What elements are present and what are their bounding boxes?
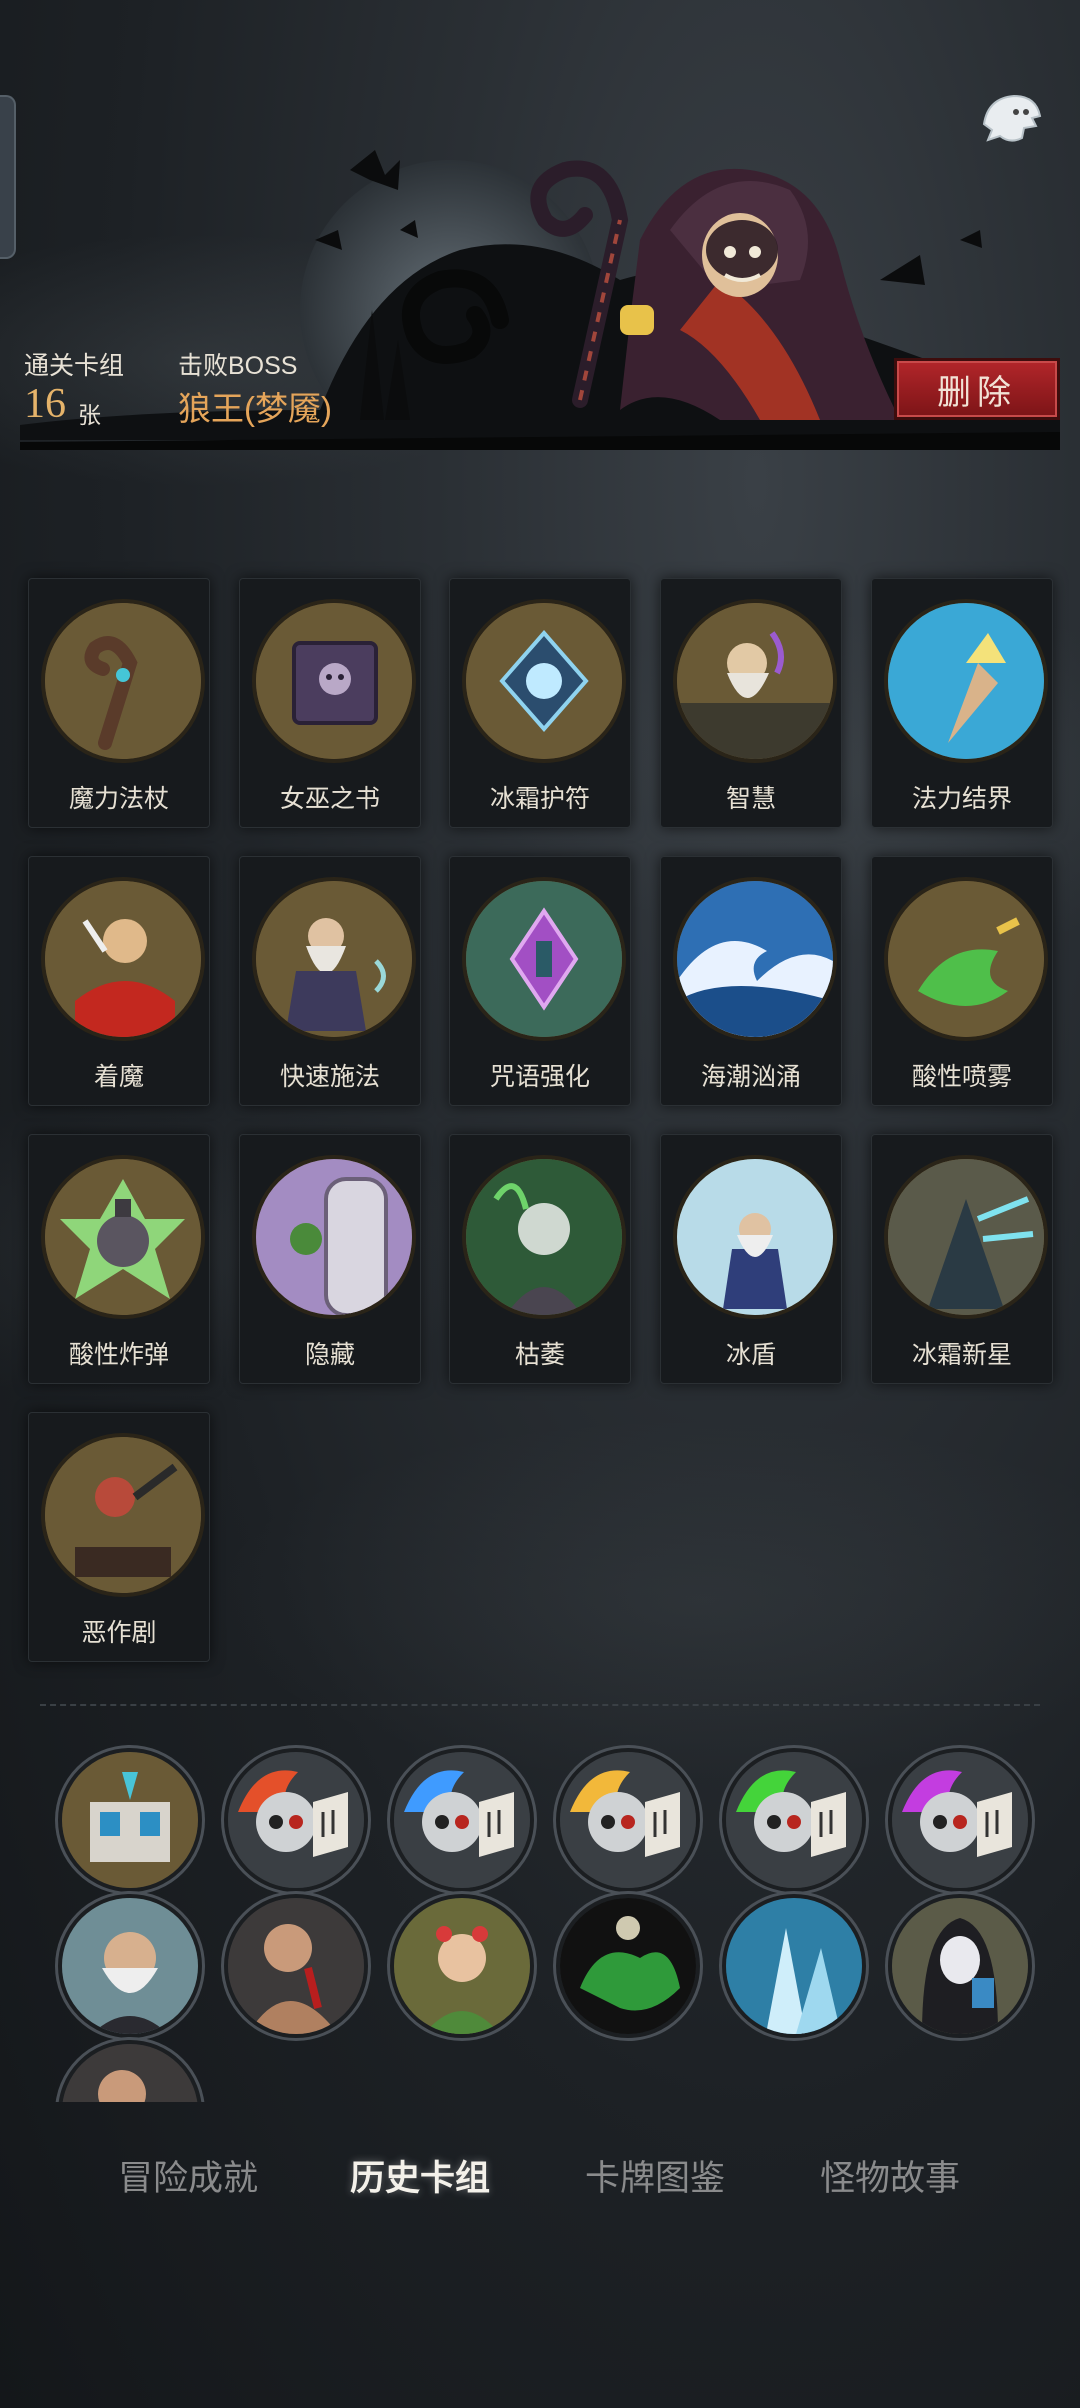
witch-book-icon [252, 599, 416, 763]
relic-list [0, 1740, 1080, 2102]
card-item[interactable]: 恶作剧 [28, 1412, 210, 1662]
card-label: 冰霜新星 [911, 1341, 1012, 1369]
tab-1[interactable]: 历史卡组 [350, 2150, 490, 2200]
card-item[interactable]: 咒语强化 [449, 856, 631, 1106]
hide-door-icon [252, 1155, 416, 1319]
tab-3[interactable]: 怪物故事 [820, 2150, 960, 2200]
flower-dryad-icon[interactable] [390, 1894, 534, 2038]
quick-cast-icon [252, 877, 416, 1041]
card-label: 法力结界 [911, 785, 1012, 813]
blue-flame-skull-icon[interactable] [390, 1748, 534, 1892]
boss-name: 狼王(梦魇) [178, 390, 332, 427]
tidal-wave-icon [673, 877, 837, 1041]
card-item[interactable]: 冰盾 [660, 1134, 842, 1384]
card-label: 恶作剧 [81, 1619, 157, 1647]
side-drawer-handle[interactable] [0, 95, 16, 259]
card-item[interactable]: 酸性喷雾 [871, 856, 1053, 1106]
card-item[interactable]: 枯萎 [449, 1134, 631, 1384]
card-label: 冰盾 [725, 1341, 776, 1369]
old-man-relic-icon[interactable] [58, 1894, 202, 2038]
deck-unit: 张 [78, 402, 101, 428]
ice-crystal-icon[interactable] [722, 1894, 866, 2038]
frost-nova-icon [884, 1155, 1048, 1319]
bloody-brute-icon[interactable] [58, 2040, 202, 2102]
staff-icon [41, 599, 205, 763]
card-item[interactable]: 冰霜护符 [449, 578, 631, 828]
card-label: 枯萎 [514, 1341, 565, 1369]
card-label: 隐藏 [304, 1341, 355, 1369]
hooded-masked-icon[interactable] [888, 1894, 1032, 2038]
deck-count: 16 [24, 381, 66, 427]
card-item[interactable]: 智慧 [660, 578, 842, 828]
wither-icon [462, 1155, 626, 1319]
card-item[interactable]: 着魔 [28, 856, 210, 1106]
green-flame-skull-icon[interactable] [722, 1748, 866, 1892]
red-flame-skull-icon[interactable] [224, 1748, 368, 1892]
yellow-flame-skull-icon[interactable] [556, 1748, 700, 1892]
card-label: 酸性喷雾 [911, 1063, 1012, 1091]
acid-bomb-icon [41, 1155, 205, 1319]
spellbook-relic-icon[interactable] [58, 1748, 202, 1892]
card-label: 咒语强化 [489, 1063, 590, 1091]
possessed-icon [41, 877, 205, 1041]
prank-icon [41, 1433, 205, 1597]
card-label: 酸性炸弹 [68, 1341, 169, 1369]
card-item[interactable]: 快速施法 [239, 856, 421, 1106]
card-label: 智慧 [725, 785, 776, 813]
card-item[interactable]: 女巫之书 [239, 578, 421, 828]
green-ghost-icon[interactable] [556, 1894, 700, 2038]
card-label: 魔力法杖 [68, 785, 169, 813]
purple-flame-skull-icon[interactable] [888, 1748, 1032, 1892]
bloody-brute-icon[interactable] [224, 1894, 368, 2038]
mana-barrier-icon [884, 599, 1048, 763]
tab-2[interactable]: 卡牌图鉴 [585, 2150, 725, 2200]
card-item[interactable]: 酸性炸弹 [28, 1134, 210, 1384]
card-item[interactable]: 海潮汹涌 [660, 856, 842, 1106]
boss-label: 击败BOSS [178, 352, 298, 380]
card-item[interactable]: 冰霜新星 [871, 1134, 1053, 1384]
wisdom-sage-icon [673, 599, 837, 763]
tab-0[interactable]: 冒险成就 [118, 2150, 258, 2200]
card-item[interactable]: 隐藏 [239, 1134, 421, 1384]
delete-button[interactable]: 删除 [894, 358, 1060, 420]
card-label: 海潮汹涌 [700, 1063, 801, 1091]
spell-boost-icon [462, 877, 626, 1041]
card-label: 着魔 [93, 1063, 144, 1091]
card-item[interactable]: 魔力法杖 [28, 578, 210, 828]
card-label: 女巫之书 [279, 785, 380, 813]
acid-spray-icon [884, 877, 1048, 1041]
card-label: 冰霜护符 [489, 785, 590, 813]
ice-shield-icon [673, 1155, 837, 1319]
frost-amulet-icon [462, 599, 626, 763]
card-label: 快速施法 [279, 1063, 380, 1091]
card-item[interactable]: 法力结界 [871, 578, 1053, 828]
section-divider [40, 1704, 1040, 1706]
deck-label: 通关卡组 [24, 352, 125, 380]
